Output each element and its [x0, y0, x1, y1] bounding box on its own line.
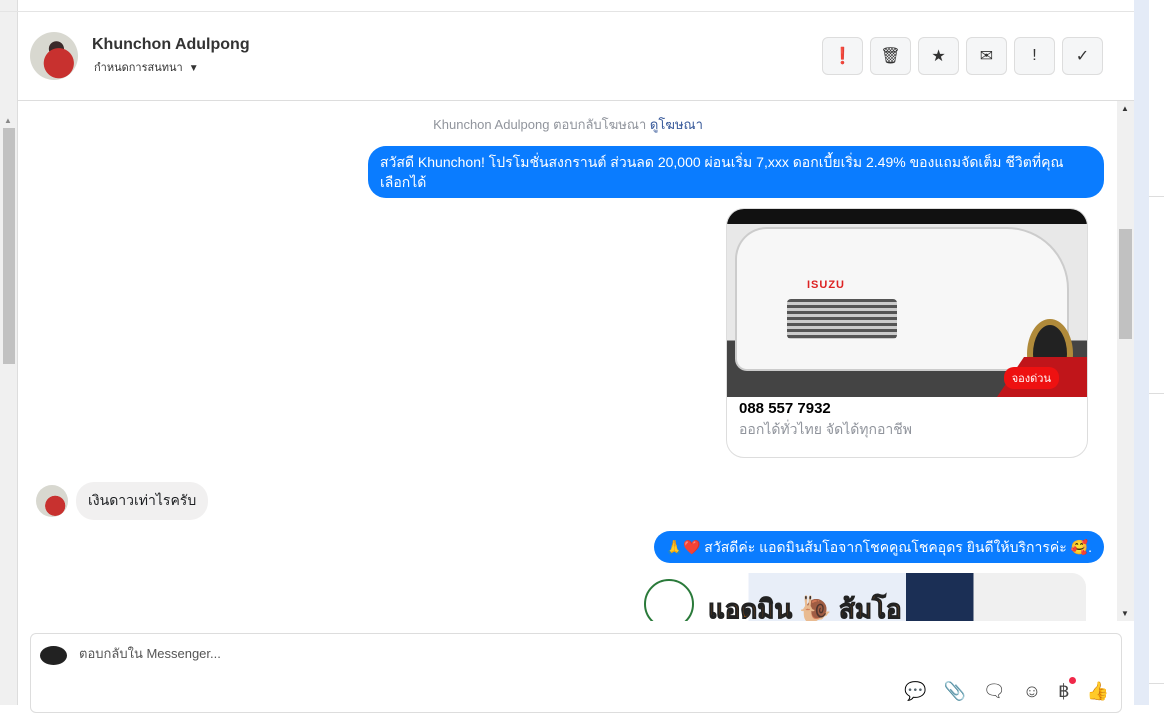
divider [1149, 683, 1164, 684]
reply-input[interactable] [79, 646, 879, 661]
left-scrollbar[interactable]: ▲ [0, 0, 18, 705]
scroll-up-icon[interactable]: ▲ [1121, 104, 1129, 113]
thumbs-up-icon[interactable]: 👍 [1087, 681, 1109, 702]
saved-reply-icon[interactable]: 💬 [904, 681, 926, 702]
conversation-settings-dropdown[interactable]: กำหนดการสนทนา ▼ [94, 58, 199, 76]
car-image: ISUZU จองด่วน [727, 209, 1087, 397]
report-button[interactable]: ❗ [822, 37, 863, 75]
incoming-message-row: เงินดาวเท่าไรครับ [36, 482, 209, 520]
page-avatar [40, 646, 67, 665]
incoming-message: เงินดาวเท่าไรครับ [76, 482, 209, 520]
card-title: 088 557 7932 [739, 400, 831, 417]
panel-strip [1134, 0, 1149, 705]
caret-down-icon: ▼ [188, 63, 199, 74]
action-toolbar: ❗ 🗑 ★ ✉ ! ✓ [822, 37, 1103, 75]
check-icon: ✓ [1075, 48, 1090, 65]
car-logo: ISUZU [807, 279, 845, 291]
divider [1149, 393, 1164, 394]
notice-text: Khunchon Adulpong ตอบกลับโฆษณา [433, 117, 647, 132]
scroll-thumb[interactable] [3, 128, 15, 364]
banner-title: แอดมิน 🐌 ส้มโอ [708, 594, 903, 622]
scroll-down-icon[interactable]: ▼ [1121, 609, 1129, 618]
conversation-header: Khunchon Adulpong กำหนดการสนทนา ▼ ❗ 🗑 ★ ✉… [18, 12, 1134, 101]
composer-tools: 💬 📎 🗨 ☺ ฿ 👍 [904, 677, 1109, 702]
star-button[interactable]: ★ [918, 37, 959, 75]
contact-name[interactable]: Khunchon Adulpong [92, 36, 250, 54]
emoji-icon[interactable]: ☺ [1023, 681, 1041, 702]
composer: 💬 📎 🗨 ☺ ฿ 👍 [30, 633, 1122, 713]
outgoing-message: 🙏❤️ สวัสดีค่ะ แอดมินส้มโอจากโชคคูณโชคอุด… [653, 531, 1104, 563]
mark-unread-button[interactable]: ✉ [966, 37, 1007, 75]
divider [1149, 196, 1164, 197]
ad-card[interactable]: ISUZU จองด่วน 088 557 7932 ออกได้ทั่วไทย… [726, 208, 1088, 458]
ad-reply-notice: Khunchon Adulpong ตอบกลับโฆษณา ดูโฆษณา [18, 114, 1118, 135]
view-ad-link[interactable]: ดูโฆษณา [650, 117, 703, 132]
important-button[interactable]: ! [1014, 37, 1055, 75]
message-thread: Khunchon Adulpong ตอบกลับโฆษณา ดูโฆษณา ส… [18, 101, 1134, 621]
avatar[interactable] [30, 32, 78, 80]
paperclip-icon[interactable]: 📎 [943, 681, 965, 702]
star-icon: ★ [931, 48, 946, 65]
card-subtitle: ออกได้ทั่วไทย จัดได้ทุกอาชีพ [739, 421, 913, 437]
outgoing-message: สวัสดี Khunchon! โปรโมชั่นสงกรานต์ ส่วนล… [368, 146, 1104, 198]
car-body: ISUZU [737, 229, 1073, 389]
car-grille [787, 299, 897, 339]
exclamation-icon: ! [1032, 47, 1037, 64]
envelope-icon: ✉ [979, 48, 994, 65]
chat-bubble-icon[interactable]: 🗨 [983, 681, 1006, 702]
alert-circle-icon: ❗ [832, 48, 853, 65]
trash-icon: 🗑 [880, 48, 901, 65]
image-badge: จองด่วน [1003, 367, 1059, 389]
baht-icon[interactable]: ฿ [1058, 677, 1077, 702]
scroll-up-icon[interactable]: ▲ [4, 116, 12, 125]
seal-logo [644, 579, 694, 621]
banner-image[interactable]: แอดมิน 🐌 ส้มโอ [636, 573, 1086, 621]
scroll-thumb[interactable] [1119, 229, 1132, 339]
dropdown-label: กำหนดการสนทนา [94, 62, 183, 74]
sender-avatar [36, 485, 68, 517]
delete-button[interactable]: 🗑 [870, 37, 911, 75]
right-panel [1134, 0, 1164, 705]
done-button[interactable]: ✓ [1062, 37, 1103, 75]
thread-scrollbar[interactable]: ▲ ▼ [1117, 101, 1134, 621]
